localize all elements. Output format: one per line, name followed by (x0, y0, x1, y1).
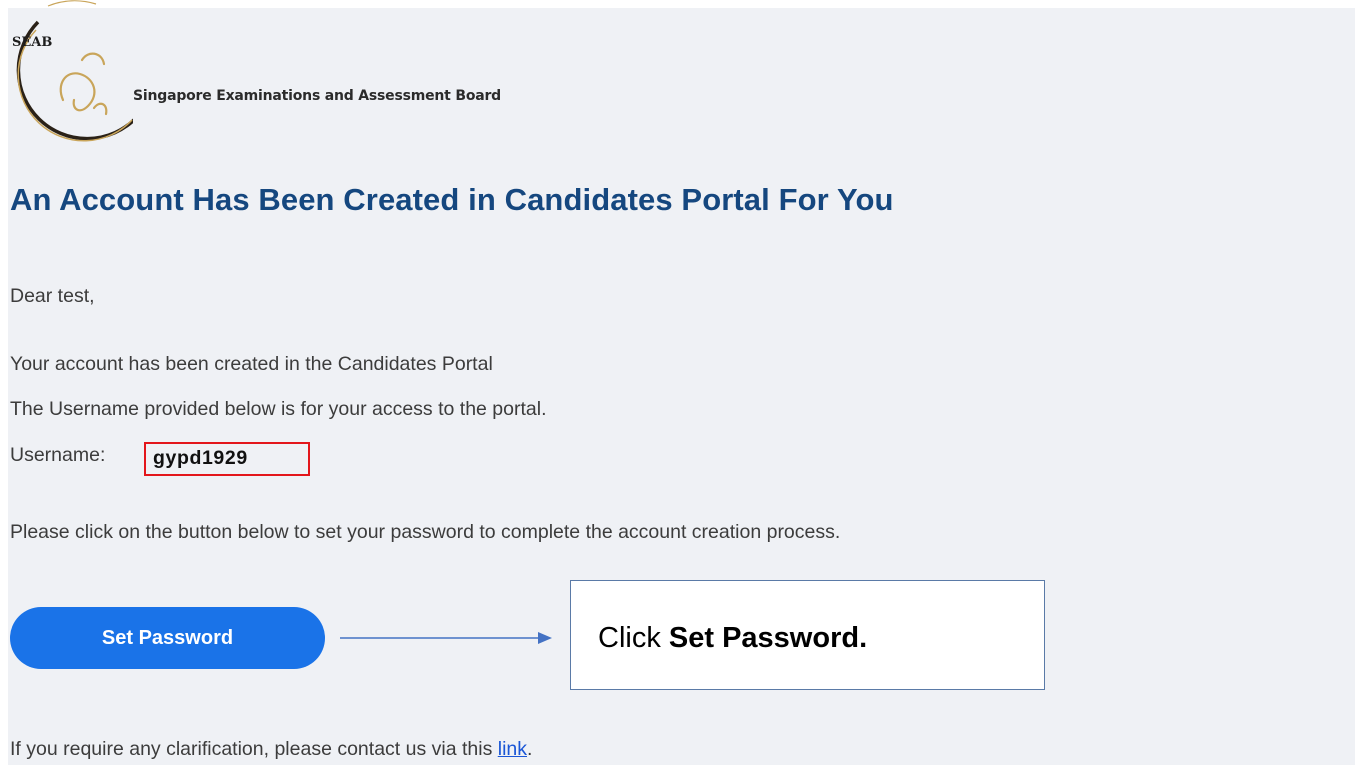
set-password-button[interactable]: Set Password (10, 607, 325, 669)
instruction-text: Please click on the button below to set … (10, 521, 841, 543)
email-heading: An Account Has Been Created in Candidate… (10, 182, 894, 217)
username-value-highlight: gypd1929 (144, 442, 310, 476)
contact-suffix: . (527, 738, 533, 760)
seab-logo: SEAB (12, 0, 133, 142)
callout-prefix: Click (598, 622, 669, 654)
greeting: Dear test, (10, 285, 95, 307)
callout-box: Click Set Password. (570, 580, 1045, 690)
username-row: Username: (10, 444, 105, 467)
username-value: gypd1929 (153, 447, 248, 469)
organization-name: Singapore Examinations and Assessment Bo… (133, 88, 502, 104)
contact-link[interactable]: link (498, 738, 527, 760)
callout-text: Click Set Password. (598, 622, 867, 655)
contact-prefix: If you require any clarification, please… (10, 738, 498, 760)
arrow-icon (340, 632, 552, 644)
seab-logo-text: SEAB (12, 35, 52, 50)
username-info-text: The Username provided below is for your … (10, 398, 547, 420)
callout-bold: Set Password. (668, 622, 868, 654)
account-created-text: Your account has been created in the Can… (10, 353, 493, 375)
username-colon: : (99, 444, 106, 466)
contact-text: If you require any clarification, please… (10, 738, 532, 761)
username-label: Username (10, 444, 100, 466)
